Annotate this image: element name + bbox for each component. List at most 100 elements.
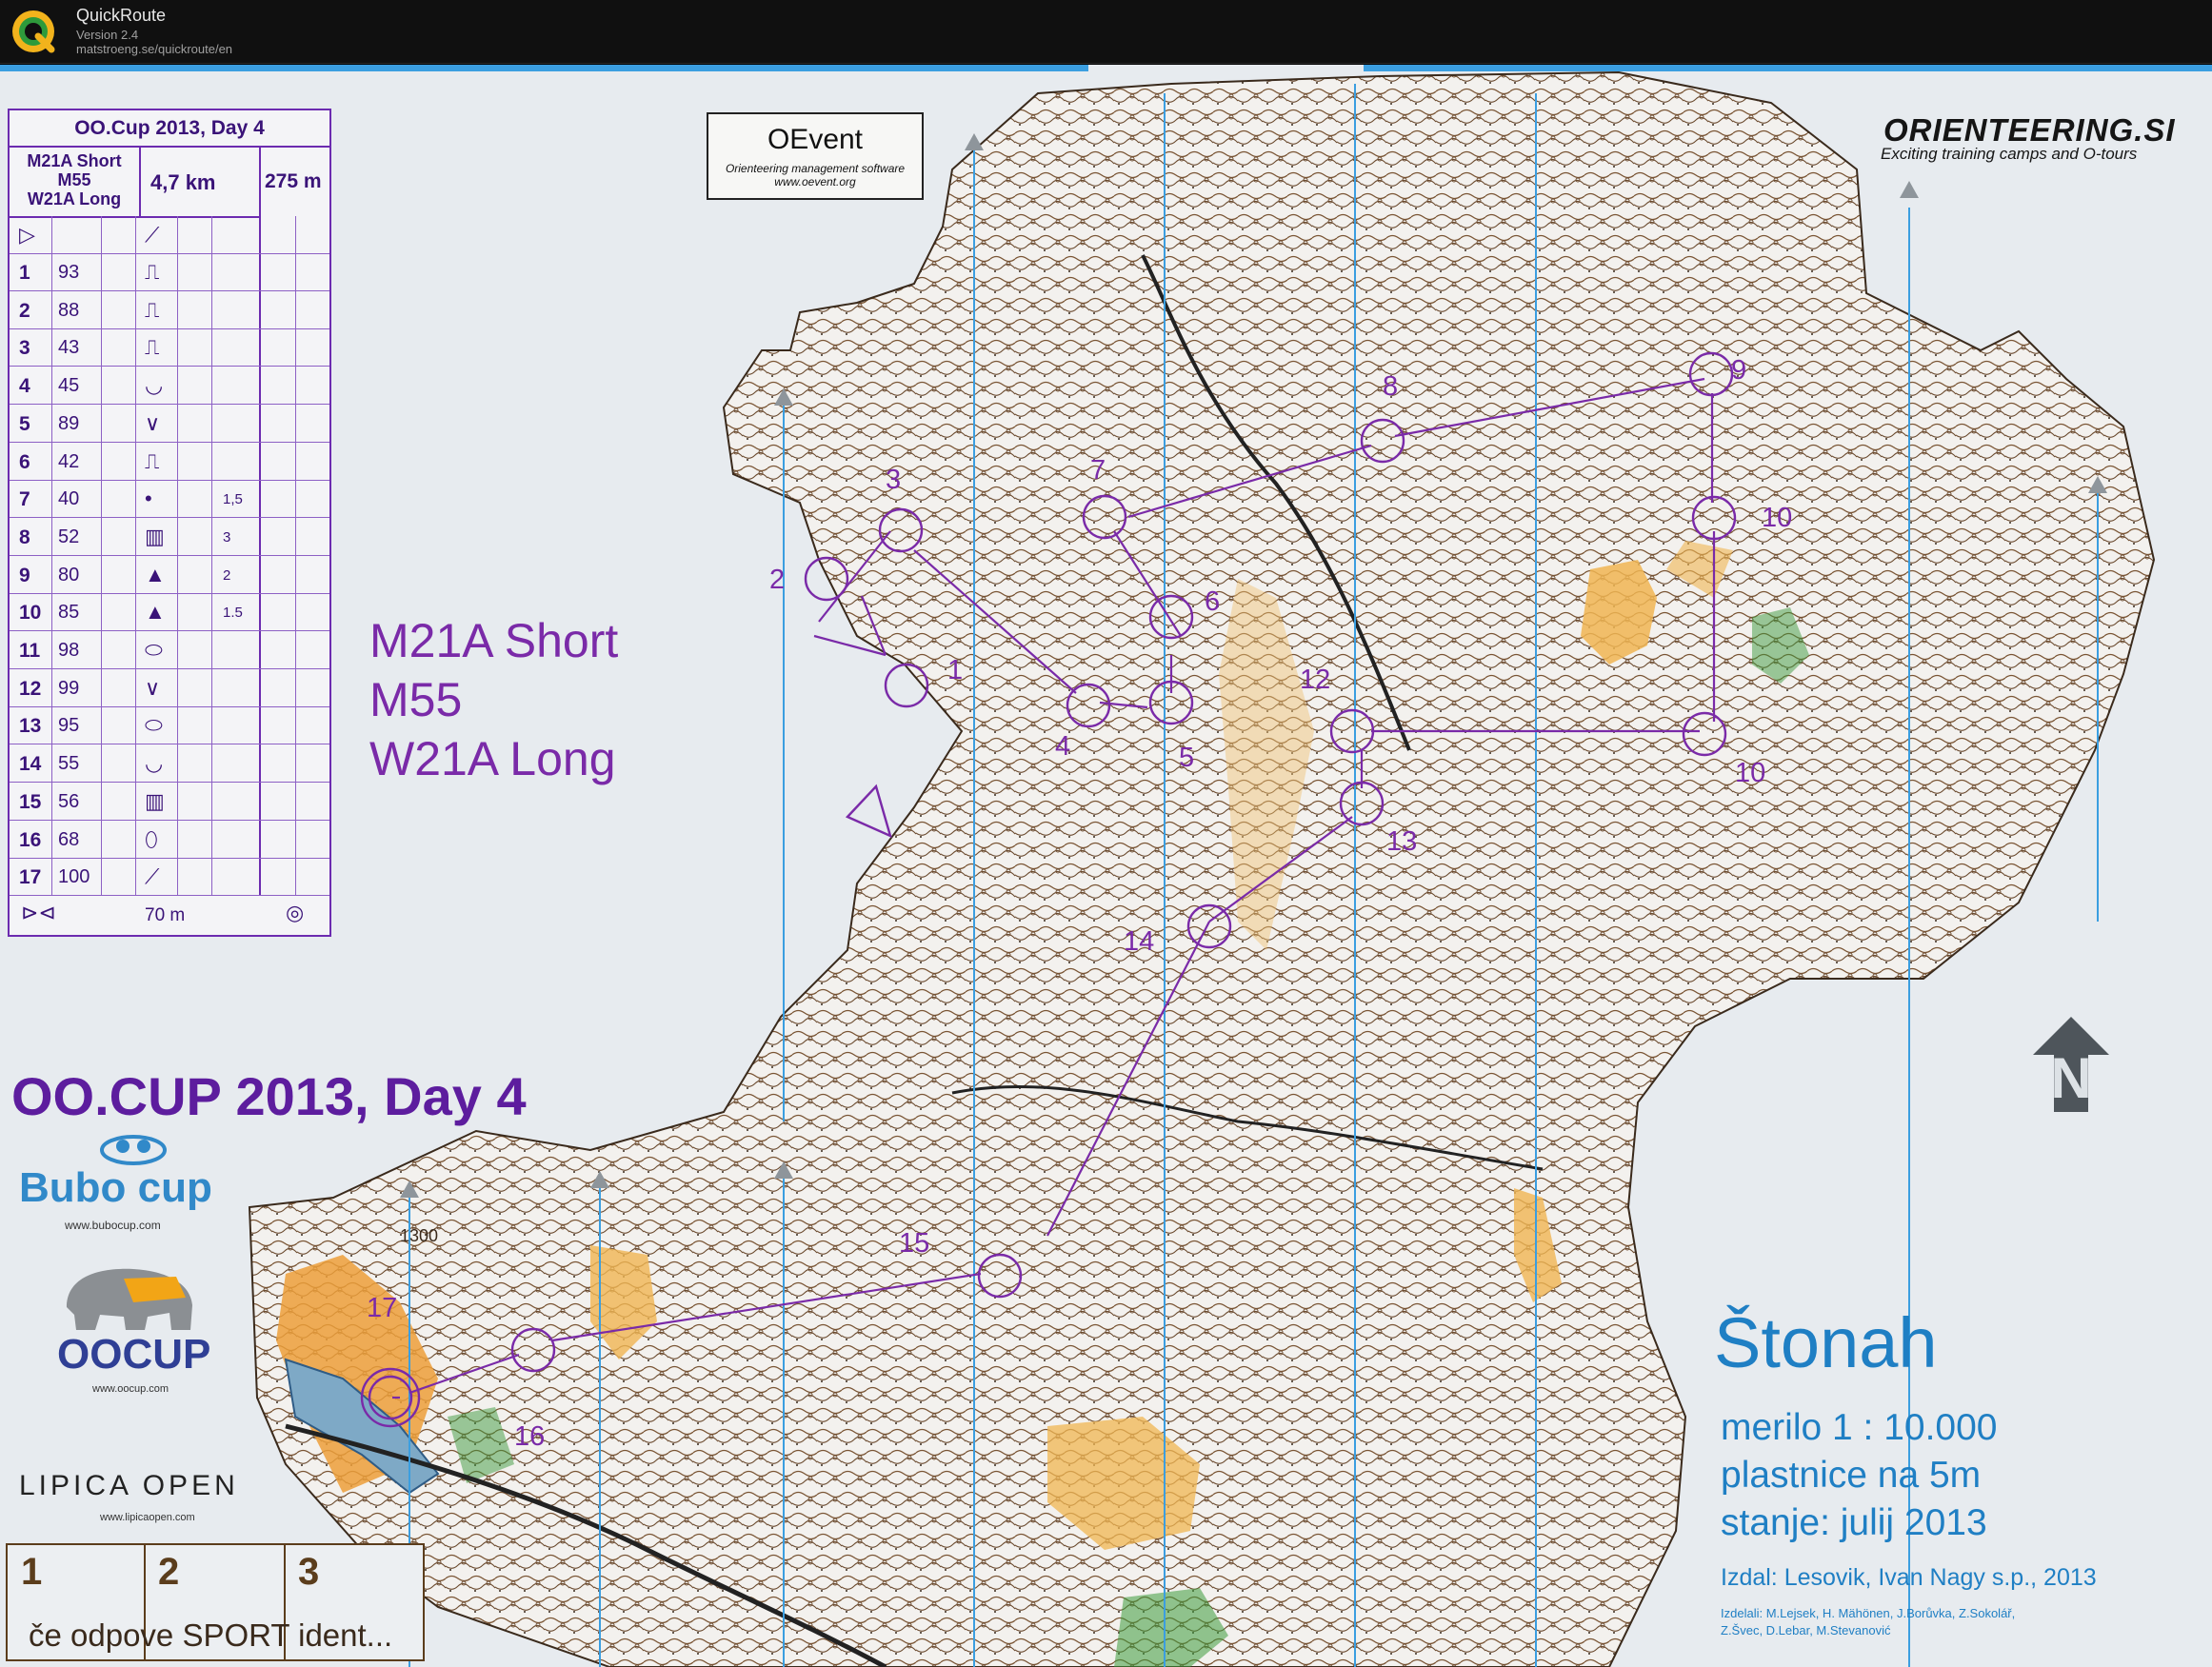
control-dimension: 2 bbox=[223, 566, 231, 584]
control-code: 68 bbox=[58, 828, 80, 850]
control-number: 6 bbox=[19, 450, 30, 473]
class-names-large: M21A Short M55 W21A Long bbox=[369, 614, 619, 785]
feature-symbol-icon: ∨ bbox=[145, 675, 161, 700]
start-triangle bbox=[845, 784, 892, 839]
control-code: 93 bbox=[58, 262, 80, 283]
map-contours: plastnice na 5m bbox=[1721, 1455, 1982, 1496]
start-row: ▷ ⟋ bbox=[10, 216, 329, 254]
map-updated: stanje: julij 2013 bbox=[1721, 1502, 1987, 1543]
control-code: 98 bbox=[58, 640, 80, 661]
description-row: 4 45 ◡ bbox=[10, 367, 329, 406]
control-label-10b: 10 bbox=[1735, 758, 1766, 788]
control-dimension: 1.5 bbox=[223, 605, 243, 622]
control-label-5: 5 bbox=[1179, 743, 1195, 773]
control-dimension: 3 bbox=[223, 528, 231, 546]
start-triangle-icon: ▷ bbox=[19, 223, 35, 247]
control-number: 16 bbox=[19, 828, 42, 851]
control-number: 14 bbox=[19, 753, 42, 776]
sport-ident-backup-box: 1 2 3 če odpove SPORT ident... bbox=[6, 1543, 425, 1661]
description-row: 15 56 ▥ bbox=[10, 783, 329, 821]
height-label: 1300 bbox=[400, 1226, 439, 1245]
svg-text:N: N bbox=[2050, 1046, 2091, 1110]
description-row: 10 85 1.5 ▲ bbox=[10, 593, 329, 632]
control-description-sheet: OO.Cup 2013, Day 4 M21A Short M55 W21A L… bbox=[8, 109, 331, 937]
backup-box-3: 3 bbox=[298, 1551, 320, 1593]
control-number: 8 bbox=[19, 526, 30, 548]
control-code: 45 bbox=[58, 375, 80, 397]
control-number: 11 bbox=[19, 640, 41, 662]
control-label-15: 15 bbox=[899, 1228, 930, 1259]
description-row: 16 68 ⬯ bbox=[10, 821, 329, 859]
backup-box-2: 2 bbox=[158, 1551, 180, 1593]
bubo-url: www.bubocup.com bbox=[65, 1219, 161, 1232]
description-row: 14 55 ◡ bbox=[10, 744, 329, 784]
oevent-title: OEvent bbox=[767, 124, 864, 155]
orienteering-si-tagline: Exciting training camps and O-tours bbox=[1881, 145, 2138, 163]
description-row: 11 98 ⬭ bbox=[10, 631, 329, 669]
feature-symbol-icon: ⎍ bbox=[145, 297, 160, 322]
feature-symbol-icon: ▥ bbox=[145, 524, 165, 548]
control-label-10a: 10 bbox=[1762, 503, 1793, 533]
app-name: QuickRoute bbox=[76, 6, 167, 25]
control-label-6: 6 bbox=[1205, 586, 1221, 617]
finish-flag-icon: ⊳⊲ bbox=[21, 901, 56, 924]
feature-symbol-icon: ▲ bbox=[145, 562, 166, 586]
description-row: 5 89 ∨ bbox=[10, 405, 329, 443]
oocup-url: www.oocup.com bbox=[92, 1383, 169, 1395]
feature-symbol-icon: ▥ bbox=[145, 788, 165, 813]
control-code: 100 bbox=[58, 866, 90, 888]
control-label-3: 3 bbox=[886, 465, 902, 495]
feature-symbol-icon: ⬭ bbox=[145, 638, 163, 662]
finish-row: ⊳⊲ 70 m ◎ bbox=[10, 896, 329, 935]
app-url[interactable]: matstroeng.se/quickroute/en bbox=[76, 42, 232, 56]
map-canvas[interactable]: N 1 2 3 4 5 6 7 8 9 10 10 12 13 14 15 16… bbox=[0, 65, 2212, 1667]
description-classes: M21A Short M55 W21A Long 4,7 km bbox=[10, 146, 259, 218]
control-number: 13 bbox=[19, 715, 42, 738]
control-label-1: 1 bbox=[947, 655, 964, 685]
north-symbol: N bbox=[2033, 1017, 2109, 1112]
control-code: 99 bbox=[58, 677, 80, 699]
control-label-17: 17 bbox=[367, 1293, 398, 1323]
description-row: 13 95 ⬭ bbox=[10, 706, 329, 745]
course-climb: 275 m bbox=[265, 170, 322, 192]
description-row: 12 99 ∨ bbox=[10, 669, 329, 707]
app-version: Version 2.4 bbox=[76, 28, 139, 42]
description-row: 3 43 ⎍ bbox=[10, 328, 329, 367]
quickroute-q-icon bbox=[12, 10, 55, 53]
feature-symbol-icon: ⎍ bbox=[145, 448, 160, 473]
control-label-4: 4 bbox=[1055, 731, 1071, 762]
oevent-subtitle: Orienteering management software bbox=[725, 162, 906, 175]
control-dimension: 1,5 bbox=[223, 491, 243, 508]
description-row: 8 52 3 ▥ bbox=[10, 518, 329, 556]
control-number: 9 bbox=[19, 564, 30, 586]
map-scale: merilo 1 : 10.000 bbox=[1721, 1407, 1998, 1448]
control-number: 3 bbox=[19, 337, 30, 360]
finish-distance: 70 m bbox=[145, 905, 186, 925]
feature-symbol-icon: ∨ bbox=[145, 410, 161, 435]
oocup-bear-icon bbox=[67, 1268, 192, 1330]
bubo-owl-icon bbox=[100, 1135, 167, 1165]
control-label-7: 7 bbox=[1090, 455, 1106, 486]
control-label-2: 2 bbox=[769, 565, 786, 595]
oevent-logo: OEvent Orienteering management software … bbox=[707, 112, 924, 200]
description-header: OO.Cup 2013, Day 4 bbox=[10, 110, 329, 148]
control-label-16: 16 bbox=[514, 1421, 546, 1452]
feature-symbol-icon: ⬯ bbox=[145, 826, 158, 851]
map-frame-top-right bbox=[1364, 65, 2212, 71]
control-label-14: 14 bbox=[1124, 926, 1155, 957]
control-number: 10 bbox=[19, 602, 42, 625]
map-name: Štonah bbox=[1714, 1303, 1938, 1382]
feature-symbol-icon: ⟋ bbox=[145, 864, 160, 889]
oocup-logo: OOCUP bbox=[57, 1331, 211, 1378]
control-number: 1 bbox=[19, 262, 30, 284]
course-length: 4,7 km bbox=[150, 170, 216, 194]
control-code: 55 bbox=[58, 753, 80, 775]
map-frame-top-left bbox=[0, 65, 1088, 71]
description-row: 2 88 ⎍ bbox=[10, 291, 329, 329]
control-code: 40 bbox=[58, 488, 80, 510]
feature-symbol-icon: ◡ bbox=[145, 751, 164, 776]
control-number: 4 bbox=[19, 375, 30, 398]
description-class-names: M21A Short M55 W21A Long bbox=[27, 151, 122, 208]
control-code: 95 bbox=[58, 715, 80, 737]
control-code: 85 bbox=[58, 602, 80, 624]
